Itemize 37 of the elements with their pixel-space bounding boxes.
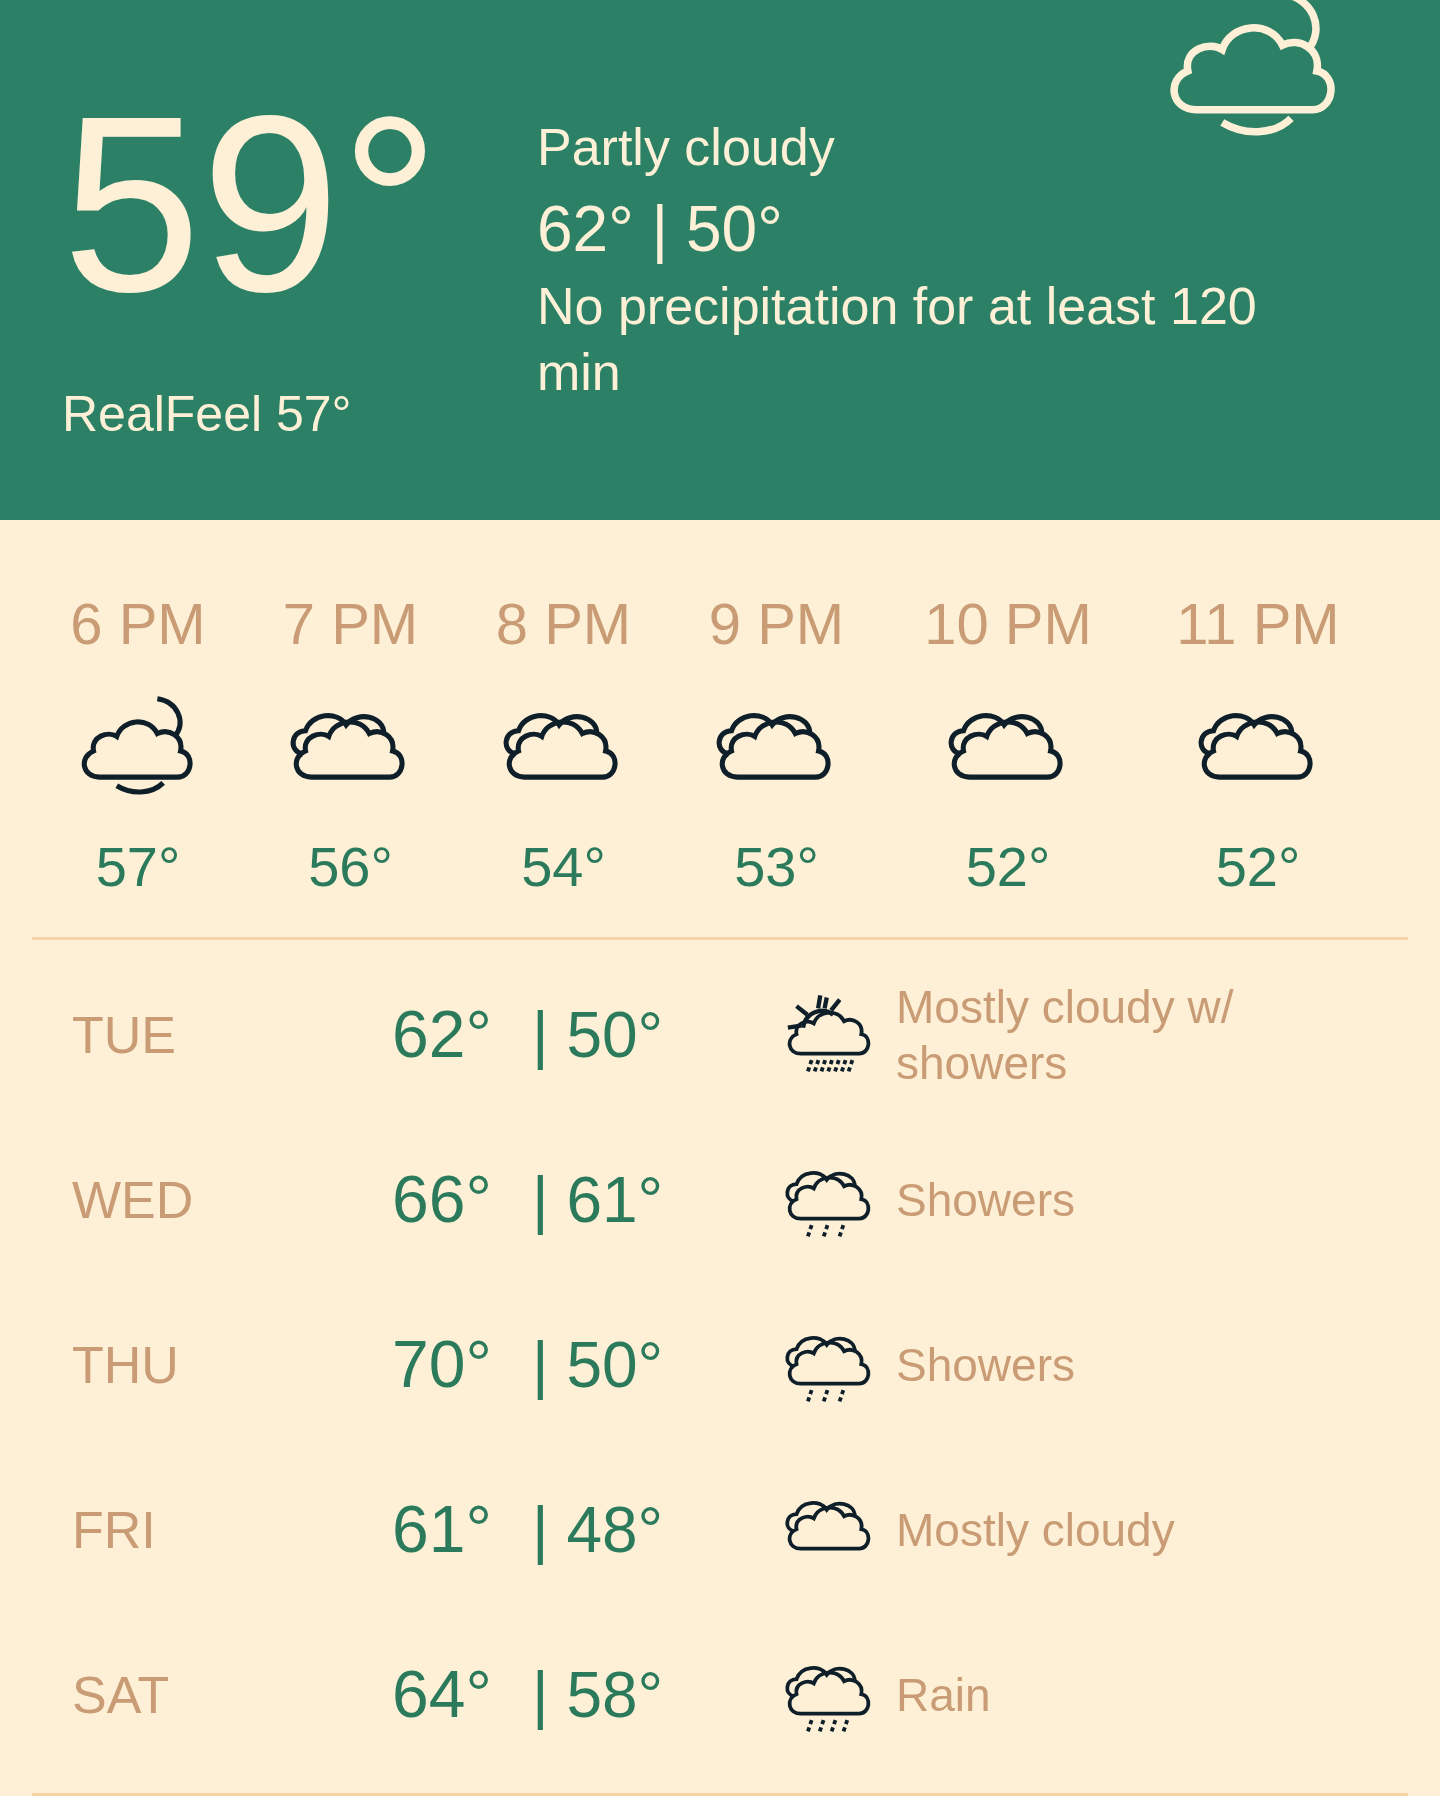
high-temperature: 62° — [392, 996, 493, 1073]
hour-label: 10 PM — [924, 590, 1092, 659]
condition-text: Mostly cloudy w/ showers — [896, 979, 1235, 1091]
low-temperature: | 50° — [532, 997, 665, 1073]
high-temperature: 61° — [392, 1491, 493, 1568]
hour-label: 8 PM — [495, 590, 632, 659]
hour-label: 6 PM — [70, 590, 206, 659]
hour-temperature: 52° — [1215, 834, 1301, 901]
day-label: TUE — [72, 1004, 177, 1066]
current-temperature: 59° — [62, 95, 442, 315]
high-temperature: 64° — [392, 1656, 493, 1733]
hour-temperature: 52° — [965, 834, 1051, 901]
day-label: WED — [72, 1169, 195, 1231]
hour-label: 7 PM — [282, 590, 419, 659]
condition-text: Partly cloudy — [537, 117, 836, 178]
hour-label: 9 PM — [708, 590, 845, 659]
precipitation-text: No precipitation for at least 120 min — [537, 276, 1258, 403]
low-temperature: | 61° — [532, 1162, 665, 1238]
hour-temperature: 53° — [734, 834, 819, 901]
day-label: THU — [72, 1334, 180, 1396]
realfeel-text: RealFeel 57° — [62, 385, 353, 444]
high-temperature: 66° — [392, 1161, 493, 1238]
hour-temperature: 54° — [521, 834, 606, 901]
condition-text: Showers — [896, 1337, 1076, 1393]
high-low-text: 62° | 50° — [537, 192, 784, 267]
condition-text: Mostly cloudy — [896, 1502, 1176, 1558]
low-temperature: | 48° — [532, 1492, 665, 1568]
hour-label: 11 PM — [1176, 590, 1340, 659]
low-temperature: | 58° — [532, 1657, 665, 1733]
high-temperature: 70° — [392, 1326, 493, 1403]
day-label: SAT — [72, 1664, 171, 1726]
condition-text: Rain — [896, 1667, 992, 1723]
low-temperature: | 50° — [532, 1327, 665, 1403]
condition-text: Showers — [896, 1172, 1076, 1228]
hour-temperature: 57° — [95, 834, 181, 901]
hour-temperature: 56° — [308, 834, 393, 901]
day-label: FRI — [72, 1499, 157, 1561]
